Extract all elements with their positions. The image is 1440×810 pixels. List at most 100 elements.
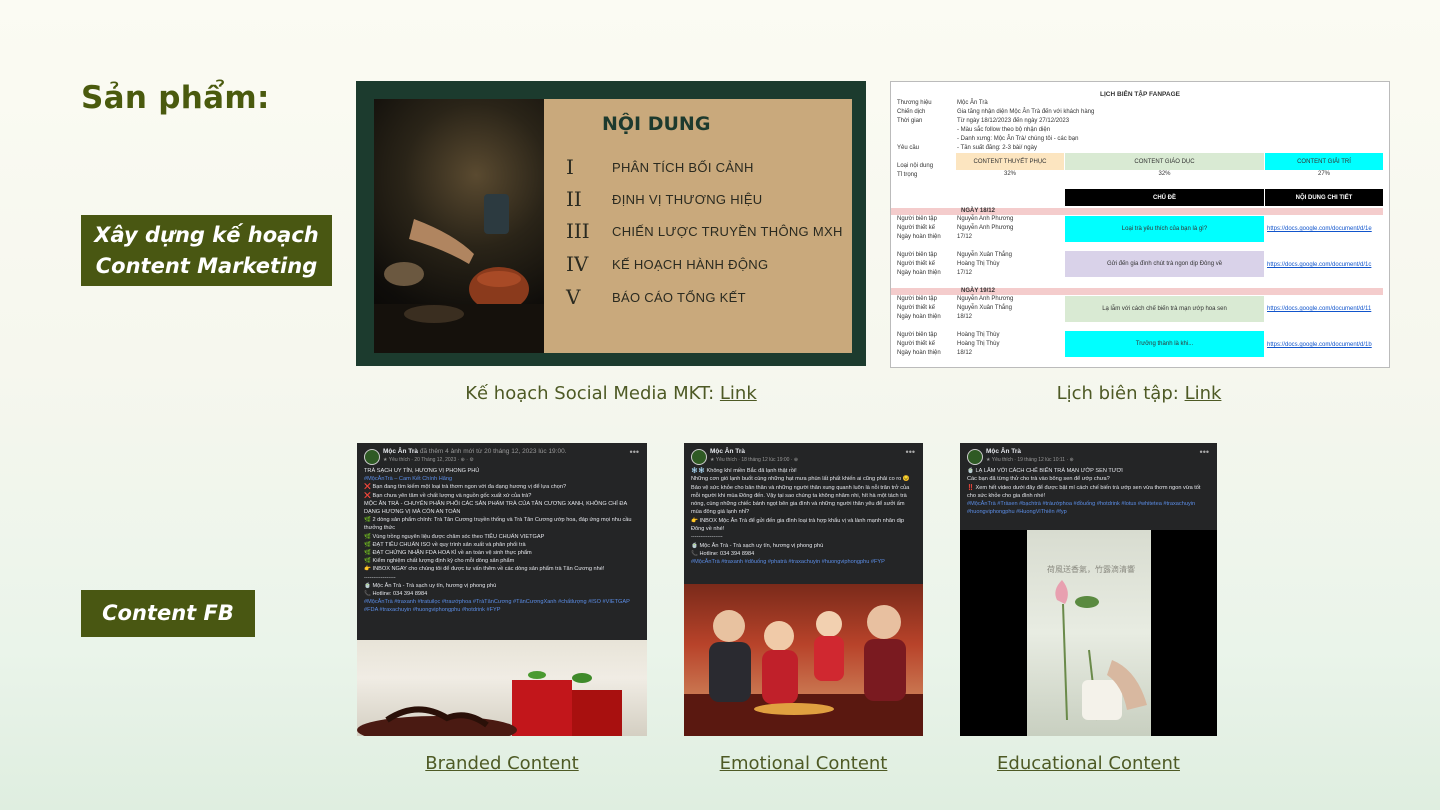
educational-content-link[interactable]: Educational Content — [960, 753, 1217, 774]
contents-item-number: IV — [566, 252, 589, 276]
post-author: Mộc Ân Trà — [986, 448, 1022, 455]
editorial-calendar-sheet[interactable]: LỊCH BIÊN TẬP FANPAGE Thương hiệu Mộc Ân… — [890, 81, 1390, 368]
sheet-info-value: Mộc Ân Trà — [957, 100, 988, 106]
sheet-type-educational: CONTENT GIÁO DỤC — [1065, 153, 1264, 170]
social-plan-link[interactable]: Link — [720, 383, 757, 404]
sheet-ratio-label: Tỉ trọng — [897, 172, 918, 178]
caption-calendar: Lịch biên tập: Link — [890, 383, 1388, 404]
post-family-photo — [684, 584, 923, 736]
badge-plan-line1: Xây dựng kế hoạch — [94, 222, 319, 247]
sheet-info-value: - Tần suất đăng: 2-3 bài/ ngày — [957, 145, 1037, 151]
caption-social-plan: Kế hoạch Social Media MKT: Link — [356, 383, 866, 404]
sheet-topic: Lạ lẫm với cách chế biến trà mạn ướp hoa… — [1065, 296, 1264, 322]
fb-post-emotional[interactable]: Mộc Ân Trà ★ Yêu thích · 18 tháng 12 lúc… — [684, 443, 923, 736]
post-meta: ★ Yêu thích · 18 tháng 12 lúc 19:00 · ⊕ — [710, 457, 799, 463]
sheet-designer: Hoàng Thị Thùy — [957, 341, 1000, 347]
sheet-label: Ngày hoàn thiện — [897, 350, 941, 356]
sheet-topic: Loại trà yêu thích của bạn là gì? — [1065, 216, 1264, 242]
more-options-icon[interactable]: ••• — [906, 447, 915, 457]
sheet-info-key: Chiến dịch — [897, 109, 926, 115]
sheet-type-persuasive: CONTENT THUYẾT PHỤC — [956, 153, 1064, 170]
sheet-label: Người biên tập — [897, 216, 937, 222]
sheet-day-header: NGÀY 18/12 — [891, 208, 1383, 215]
sheet-title: LỊCH BIÊN TẬP FANPAGE — [1100, 91, 1180, 98]
sheet-date: 17/12 — [957, 234, 973, 240]
contents-item-number: V — [566, 285, 581, 309]
video-frame: 荷風送香氣，竹露滴清響 — [1027, 530, 1151, 736]
post-product-photo — [357, 640, 647, 736]
sheet-designer: Nguyễn Anh Phương — [957, 225, 1014, 231]
sheet-date: 18/12 — [957, 314, 973, 320]
contents-slide-image[interactable]: NỘI DUNG I PHÂN TÍCH BỐI CẢNH II ĐỊNH VỊ… — [356, 81, 866, 366]
sheet-editor: Nguyễn Anh Phương — [957, 216, 1014, 222]
page-avatar — [967, 449, 983, 465]
sheet-label: Người thiết kế — [897, 225, 935, 231]
sheet-col-detail: NỘI DUNG CHI TIẾT — [1265, 189, 1383, 206]
sheet-type-pct: 32% — [1003, 171, 1016, 177]
contents-item-text: ĐỊNH VỊ THƯƠNG HIỆU — [612, 191, 763, 207]
contents-item-text: PHÂN TÍCH BỐI CẢNH — [612, 159, 754, 175]
sheet-detail-link[interactable]: https://docs.google.com/document/d/1c — [1267, 262, 1371, 268]
sheet-topic: Gửi đến gia đình chút trà ngon dịp Đông … — [1065, 251, 1264, 277]
sheet-type-entertainment: CONTENT GIẢI TRÍ — [1265, 153, 1383, 170]
contents-item-text: CHIẾN LƯỢC TRUYỀN THÔNG MXH — [612, 223, 843, 239]
page-title: Sản phẩm: — [81, 80, 270, 116]
calendar-link[interactable]: Link — [1185, 383, 1222, 404]
contents-heading: NỘI DUNG — [602, 113, 711, 135]
sheet-info-value: - Danh xưng: Mộc Ân Trà/ chúng tôi - các… — [957, 136, 1079, 142]
post-author: Mộc Ân Trà — [710, 448, 746, 455]
more-options-icon[interactable]: ••• — [1200, 447, 1209, 457]
contents-item-text: KẾ HOẠCH HÀNH ĐỘNG — [612, 256, 769, 272]
sheet-editor: Nguyễn Anh Phương — [957, 296, 1014, 302]
sheet-label: Người thiết kế — [897, 261, 935, 267]
sheet-label: Người biên tập — [897, 252, 937, 258]
sheet-editor: Hoàng Thị Thùy — [957, 332, 1000, 338]
badge-content-plan: Xây dựng kế hoạch Content Marketing — [81, 215, 332, 286]
badge-content-fb: Content FB — [81, 590, 255, 637]
sheet-label: Ngày hoàn thiện — [897, 314, 941, 320]
contents-panel: NỘI DUNG I PHÂN TÍCH BỐI CẢNH II ĐỊNH VỊ… — [544, 99, 852, 353]
contents-item-text: BÁO CÁO TỔNG KẾT — [612, 289, 746, 305]
caption-social-plan-text: Kế hoạch Social Media MKT: — [465, 383, 720, 404]
post-body: 🍵 LẠ LẪM VỚI CÁCH CHẾ BIẾN TRÀ MẠN ƯỚP S… — [967, 468, 1201, 516]
caption-calendar-text: Lịch biên tập: — [1056, 383, 1185, 404]
sheet-type-pct: 32% — [1158, 171, 1171, 177]
sheet-detail-link[interactable]: https://docs.google.com/document/d/1e — [1267, 226, 1372, 232]
post-meta: ★ Yêu thích · 20 Tháng 12, 2023 · ⊕ · ⚙ — [383, 457, 474, 463]
tea-ceremony-photo — [374, 99, 544, 353]
sheet-topic: Trưởng thành là khi... — [1065, 331, 1264, 357]
sheet-label: Người biên tập — [897, 332, 937, 338]
sheet-date: 17/12 — [957, 270, 973, 276]
sheet-type-pct: 27% — [1317, 171, 1330, 177]
sheet-designer: Nguyễn Xuân Thắng — [957, 305, 1012, 311]
page-avatar — [364, 449, 380, 465]
branded-content-link[interactable]: Branded Content — [357, 753, 647, 774]
page-avatar — [691, 449, 707, 465]
fb-post-branded[interactable]: Mộc Ân Trà đã thêm 4 ảnh mới từ 20 tháng… — [357, 443, 647, 736]
sheet-label: Ngày hoàn thiện — [897, 270, 941, 276]
sheet-date: 18/12 — [957, 350, 973, 356]
sheet-col-topic: CHỦ ĐỀ — [1065, 189, 1264, 206]
contents-item-number: III — [566, 219, 590, 243]
post-author: Mộc Ân Trà đã thêm 4 ảnh mới từ 20 tháng… — [383, 448, 567, 455]
badge-plan-line2: Content Marketing — [95, 253, 318, 278]
contents-item-number: II — [566, 187, 582, 211]
sheet-editor: Nguyễn Xuân Thắng — [957, 252, 1012, 258]
video-caption: 荷風送香氣，竹露滴清響 — [1047, 565, 1135, 574]
contents-item: IV KẾ HOẠCH HÀNH ĐỘNG — [566, 252, 768, 276]
sheet-info-key: Yêu cầu — [897, 145, 920, 151]
post-video[interactable]: 荷風送香氣，竹露滴清響 — [960, 530, 1217, 736]
sheet-detail-link[interactable]: https://docs.google.com/document/d/11 — [1267, 306, 1371, 312]
fb-post-educational[interactable]: Mộc Ân Trà ★ Yêu thích · 19 tháng 12 lúc… — [960, 443, 1217, 736]
sheet-info-value: - Màu sắc follow theo bộ nhận diện — [957, 127, 1051, 133]
emotional-content-link[interactable]: Emotional Content — [684, 753, 923, 774]
sheet-designer: Hoàng Thị Thùy — [957, 261, 1000, 267]
sheet-type-label: Loại nội dung — [897, 163, 934, 169]
more-options-icon[interactable]: ••• — [630, 447, 639, 457]
sheet-info-key: Thương hiệu — [897, 100, 932, 106]
contents-item: III CHIẾN LƯỢC TRUYỀN THÔNG MXH — [566, 219, 843, 243]
sheet-detail-link[interactable]: https://docs.google.com/document/d/1b — [1267, 342, 1372, 348]
sheet-info-value: Từ ngày 18/12/2023 đến ngày 27/12/2023 — [957, 118, 1070, 124]
contents-item: II ĐỊNH VỊ THƯƠNG HIỆU — [566, 187, 763, 211]
sheet-label: Người thiết kế — [897, 305, 935, 311]
